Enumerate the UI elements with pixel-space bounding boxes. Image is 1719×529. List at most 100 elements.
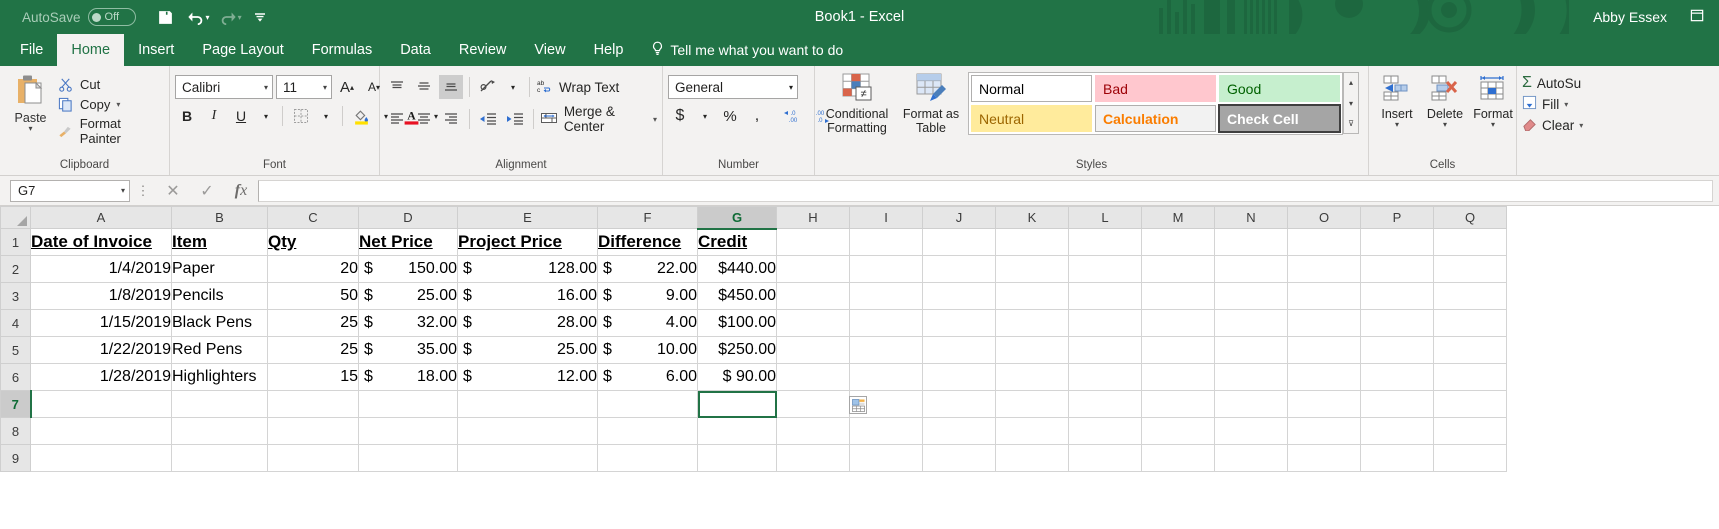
row-header-9[interactable]: 9 — [0, 444, 31, 472]
cell-l4[interactable] — [1068, 309, 1142, 337]
column-header-k[interactable]: K — [995, 206, 1069, 229]
cell-l1[interactable] — [1068, 228, 1142, 256]
cell-d1[interactable]: Net Price — [358, 228, 458, 256]
cell-j4[interactable] — [922, 309, 996, 337]
cell-p3[interactable] — [1360, 282, 1434, 310]
row-header-5[interactable]: 5 — [0, 336, 31, 364]
format-dropdown-icon[interactable]: ▾ — [1491, 121, 1495, 129]
increase-font-size-icon[interactable]: A ▴ — [335, 75, 359, 99]
fill-dropdown-icon[interactable]: ▾ — [1564, 100, 1568, 109]
cell-h6[interactable] — [776, 363, 850, 391]
cell-g3[interactable]: $450.00 — [697, 282, 777, 310]
cell-k2[interactable] — [995, 255, 1069, 283]
column-header-e[interactable]: E — [457, 206, 598, 229]
cell-m3[interactable] — [1141, 282, 1215, 310]
cell-o3[interactable] — [1287, 282, 1361, 310]
cell-a9[interactable] — [30, 444, 172, 472]
increase-indent-icon[interactable] — [503, 107, 527, 131]
cell-k6[interactable] — [995, 363, 1069, 391]
cell-a7[interactable] — [30, 390, 172, 418]
cell-c8[interactable] — [267, 417, 359, 445]
font-size-combo[interactable]: 11 ▾ — [276, 75, 332, 99]
row-header-8[interactable]: 8 — [0, 417, 31, 445]
select-all-corner[interactable] — [0, 206, 31, 229]
cell-m4[interactable] — [1141, 309, 1215, 337]
cell-o8[interactable] — [1287, 417, 1361, 445]
column-header-h[interactable]: H — [776, 206, 850, 229]
cell-c9[interactable] — [267, 444, 359, 472]
restore-window-icon[interactable] — [1690, 8, 1705, 26]
cell-h7[interactable] — [776, 390, 850, 418]
cell-k1[interactable] — [995, 228, 1069, 256]
cell-i3[interactable] — [849, 282, 923, 310]
cell-q9[interactable] — [1433, 444, 1507, 472]
copy-dropdown-icon[interactable]: ▾ — [116, 100, 120, 109]
italic-button[interactable]: I — [202, 104, 226, 128]
cell-f8[interactable] — [597, 417, 698, 445]
paste-button[interactable]: Paste ▾ — [5, 70, 56, 133]
cell-j8[interactable] — [922, 417, 996, 445]
cell-b7[interactable] — [171, 390, 268, 418]
cell-a4[interactable]: 1/15/2019 — [30, 309, 172, 337]
cell-c6[interactable]: 15 — [267, 363, 359, 391]
cell-q2[interactable] — [1433, 255, 1507, 283]
autosave-control[interactable]: AutoSave Off — [22, 8, 136, 26]
cell-e1[interactable]: Project Price — [457, 228, 598, 256]
merge-center-button[interactable]: Merge & Center ▾ — [540, 104, 657, 134]
tab-file[interactable]: File — [6, 34, 57, 66]
clear-button[interactable]: Clear ▾ — [1522, 116, 1583, 134]
cell-n3[interactable] — [1214, 282, 1288, 310]
cell-l7[interactable] — [1068, 390, 1142, 418]
cell-j5[interactable] — [922, 336, 996, 364]
cell-g1[interactable]: Credit — [697, 228, 777, 256]
column-header-j[interactable]: J — [922, 206, 996, 229]
conditional-formatting-button[interactable]: ≠ Conditional Formatting — [820, 70, 894, 135]
align-middle-icon[interactable] — [412, 75, 436, 99]
cell-k3[interactable] — [995, 282, 1069, 310]
cell-o1[interactable] — [1287, 228, 1361, 256]
tab-home[interactable]: Home — [57, 34, 125, 66]
cancel-icon[interactable]: ✕ — [156, 181, 190, 201]
cell-p1[interactable] — [1360, 228, 1434, 256]
cell-n4[interactable] — [1214, 309, 1288, 337]
cell-m9[interactable] — [1141, 444, 1215, 472]
cell-h4[interactable] — [776, 309, 850, 337]
styles-more-icon[interactable]: ⊽ — [1344, 114, 1358, 133]
cell-f3[interactable]: $9.00 — [597, 282, 698, 310]
cell-e5[interactable]: $25.00 — [457, 336, 598, 364]
cell-k4[interactable] — [995, 309, 1069, 337]
cell-a6[interactable]: 1/28/2019 — [30, 363, 172, 391]
cell-n9[interactable] — [1214, 444, 1288, 472]
style-calculation[interactable]: Calculation — [1095, 105, 1216, 132]
cell-o2[interactable] — [1287, 255, 1361, 283]
bold-button[interactable]: B — [175, 104, 199, 128]
cell-p2[interactable] — [1360, 255, 1434, 283]
cell-k9[interactable] — [995, 444, 1069, 472]
underline-dropdown-icon[interactable]: ▾ — [256, 104, 276, 128]
align-center-icon[interactable] — [412, 107, 436, 131]
column-header-p[interactable]: P — [1360, 206, 1434, 229]
column-header-c[interactable]: C — [267, 206, 359, 229]
row-header-7[interactable]: 7 — [0, 390, 32, 418]
orientation-icon[interactable] — [476, 75, 500, 99]
cell-n7[interactable] — [1214, 390, 1288, 418]
delete-cells-button[interactable]: Delete ▾ — [1422, 72, 1468, 129]
cell-q1[interactable] — [1433, 228, 1507, 256]
cell-k8[interactable] — [995, 417, 1069, 445]
cell-f7[interactable] — [597, 390, 698, 418]
percent-format-button[interactable]: % — [718, 104, 742, 128]
cell-g9[interactable] — [697, 444, 777, 472]
customize-quick-access-icon[interactable] — [246, 4, 274, 30]
cell-l9[interactable] — [1068, 444, 1142, 472]
column-header-b[interactable]: B — [171, 206, 268, 229]
cell-l5[interactable] — [1068, 336, 1142, 364]
decrease-indent-icon[interactable] — [476, 107, 500, 131]
cell-e8[interactable] — [457, 417, 598, 445]
cell-a1[interactable]: Date of Invoice — [30, 228, 172, 256]
cell-d4[interactable]: $32.00 — [358, 309, 458, 337]
cell-f6[interactable]: $6.00 — [597, 363, 698, 391]
cell-i9[interactable] — [849, 444, 923, 472]
name-box-expander-icon[interactable]: ⋮ — [130, 183, 156, 199]
scroll-down-icon[interactable]: ▾ — [1344, 94, 1358, 113]
cell-d7[interactable] — [358, 390, 458, 418]
